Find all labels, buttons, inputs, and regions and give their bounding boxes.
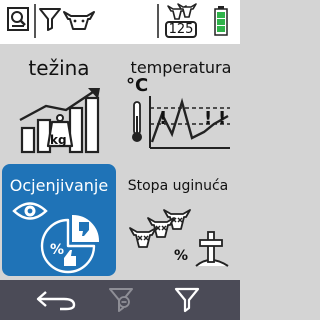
filter-icon: [174, 287, 200, 313]
tile-temperature[interactable]: temperatura °C ! ! !: [124, 48, 238, 160]
filter-button[interactable]: [174, 286, 200, 314]
thermometer-icon: [132, 101, 142, 142]
back-button[interactable]: [34, 287, 78, 313]
separator: [157, 4, 159, 38]
svg-text:!: !: [204, 108, 212, 129]
clear-filter-button[interactable]: [108, 286, 134, 314]
percent-badge: %: [174, 248, 189, 264]
tile-label: Stopa uginuća: [127, 178, 229, 194]
svg-text:!: !: [159, 108, 167, 129]
svg-text:%: %: [50, 242, 64, 258]
celsius-unit: °C: [126, 75, 149, 96]
kg-badge: kg: [50, 133, 67, 147]
pie-chart-icon: %: [40, 214, 100, 274]
animal-count-indicator: 125: [162, 2, 202, 42]
tile-label: težina: [28, 56, 90, 80]
main-menu: težina kg temperatura °C ! ! ! Ocjenjiva…: [0, 44, 240, 280]
back-arrow-icon: [36, 291, 76, 311]
separator: [34, 4, 36, 38]
cow-head-icon[interactable]: [62, 8, 96, 32]
svg-text:!: !: [218, 108, 226, 129]
temperature-chart-icon: ! ! !: [149, 96, 230, 149]
tile-label: Ocjenjivanje: [9, 176, 109, 195]
animal-count: 125: [165, 21, 197, 38]
clear-filter-icon: [109, 288, 133, 312]
battery-icon: [214, 6, 228, 36]
tile-scoring[interactable]: Ocjenjivanje %: [2, 164, 116, 276]
tile-mortality-rate[interactable]: Stopa uginuća %: [124, 164, 238, 276]
filter-icon[interactable]: [38, 6, 62, 32]
tile-weight[interactable]: težina kg: [2, 48, 116, 160]
top-bar: 125: [0, 0, 240, 44]
bottom-bar: [0, 280, 240, 320]
search-report-icon[interactable]: [6, 6, 32, 34]
